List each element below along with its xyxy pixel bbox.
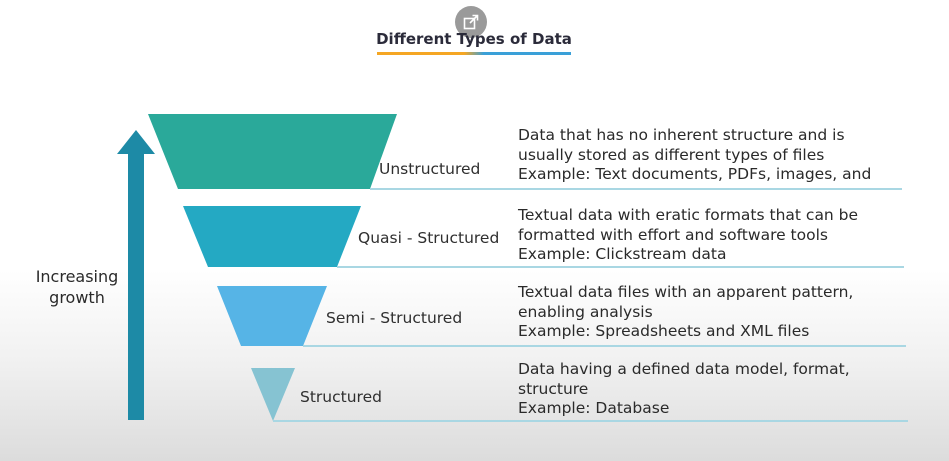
- tier-semi-structured-shape: [217, 286, 327, 346]
- tier-quasi-structured-shape: [183, 206, 361, 267]
- description-line: usually stored as different types of fil…: [518, 145, 825, 164]
- tier-description-quasi-structured: Textual data with eratic formats that ca…: [518, 206, 938, 265]
- description-line: Example: Database: [518, 399, 670, 417]
- tier-description-unstructured: Data that has no inherent structure and …: [518, 126, 938, 185]
- description-line: Data that has no inherent structure and …: [518, 126, 845, 144]
- description-line: Example: Text documents, PDFs, images, a…: [518, 165, 872, 183]
- description-line: Textual data files with an apparent patt…: [518, 283, 854, 301]
- growth-arrow-shaft: [128, 150, 144, 420]
- description-line: Data having a defined data model, format…: [518, 360, 850, 378]
- growth-label: Increasing growth: [26, 266, 128, 308]
- description-line: Example: Clickstream data: [518, 245, 727, 263]
- tier-label-semi-structured: Semi - Structured: [326, 309, 463, 327]
- growth-label-line1: Increasing: [35, 267, 119, 286]
- description-line: Textual data with eratic formats that ca…: [518, 206, 859, 224]
- tier-structured-shape: [251, 368, 295, 421]
- description-line: Example: Spreadsheets and XML files: [518, 322, 810, 340]
- description-line: enabling analysis: [518, 302, 653, 321]
- growth-arrow-head: [117, 130, 155, 154]
- description-line: formatted with effort and software tools: [518, 225, 828, 244]
- description-line: structure: [518, 379, 589, 398]
- tier-unstructured-shape: [148, 114, 397, 189]
- tier-description-structured: Data having a defined data model, format…: [518, 360, 938, 419]
- growth-label-line2: growth: [49, 288, 105, 307]
- tier-label-quasi-structured: Quasi - Structured: [358, 229, 500, 247]
- tier-label-unstructured: Unstructured: [379, 160, 481, 178]
- tier-description-semi-structured: Textual data files with an apparent patt…: [518, 283, 938, 342]
- tier-label-structured: Structured: [300, 388, 382, 406]
